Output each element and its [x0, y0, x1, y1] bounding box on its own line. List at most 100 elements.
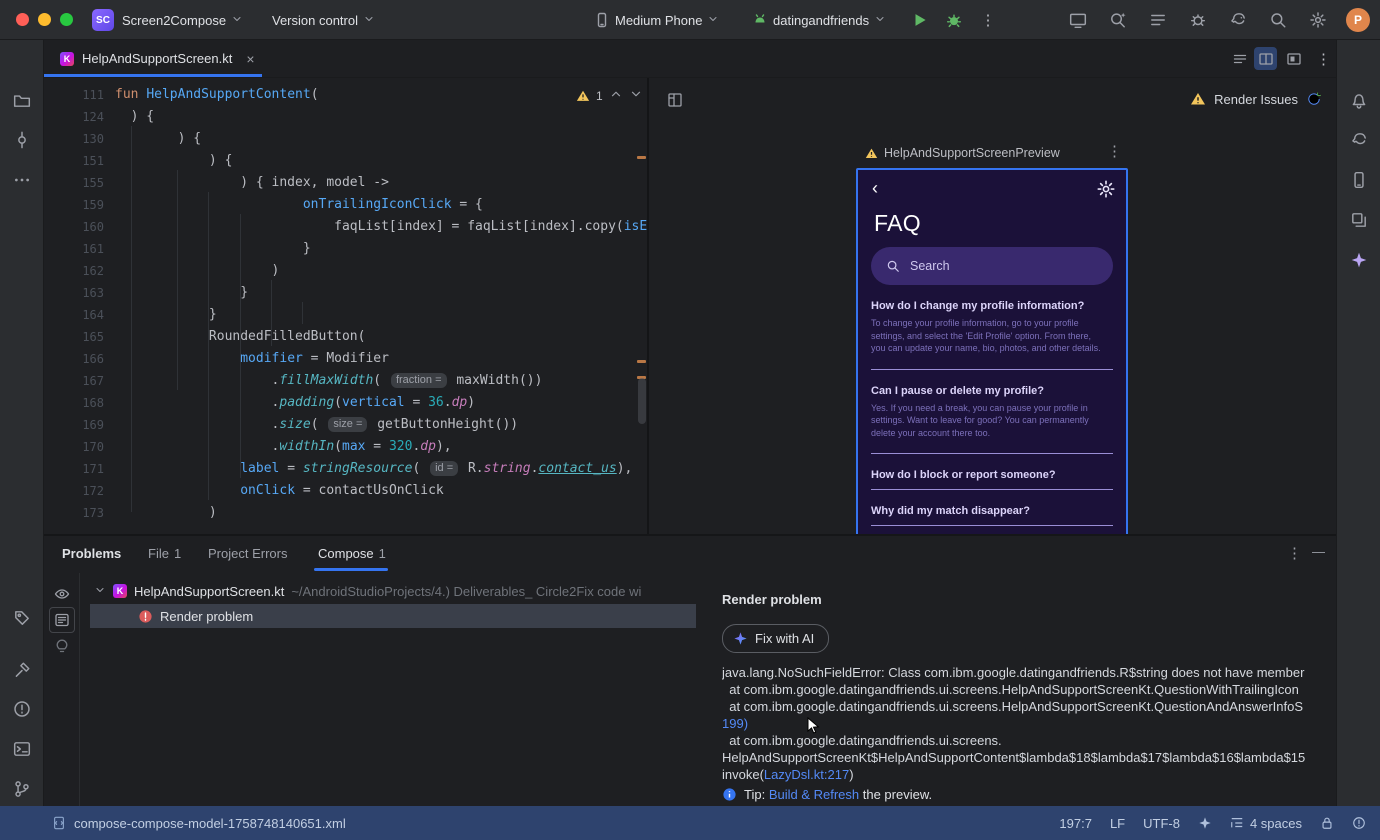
warning-stripe-mark[interactable]	[637, 360, 646, 363]
gradle-icon[interactable]	[1226, 8, 1250, 32]
more-tools-icon[interactable]	[8, 166, 36, 194]
problems-panel-title[interactable]: Problems	[62, 546, 121, 561]
render-problem-row[interactable]: Render problem	[138, 605, 253, 627]
preview-kebab-icon[interactable]: ⋮	[1107, 142, 1122, 160]
preview-layout-icon[interactable]	[663, 88, 687, 112]
code-line[interactable]: 130 ) {	[44, 128, 648, 150]
design-view-icon[interactable]	[1282, 47, 1305, 70]
debug-button[interactable]	[942, 8, 966, 32]
lightbulb-icon[interactable]	[49, 633, 75, 659]
code-line[interactable]: 171 label = stringResource( id = R.strin…	[44, 458, 648, 480]
warning-stripe-mark[interactable]	[637, 156, 646, 159]
code-line[interactable]: 172 onClick = contactUsOnClick	[44, 480, 648, 502]
code-line[interactable]: 162 )	[44, 260, 648, 282]
code-view-icon[interactable]	[1228, 47, 1251, 70]
code-line[interactable]: 151 ) {	[44, 150, 648, 172]
split-view-icon[interactable]	[1254, 47, 1277, 70]
build-icon[interactable]	[8, 656, 36, 684]
inspection-widget[interactable]: 1	[576, 87, 643, 104]
code-line[interactable]: 159 onTrailingIconClick = {	[44, 194, 648, 216]
lock-icon[interactable]	[1320, 816, 1334, 830]
code-line[interactable]: 163 }	[44, 282, 648, 304]
panel-kebab-icon[interactable]: ⋮	[1287, 544, 1302, 562]
code-line[interactable]: 111 fun HelpAndSupportContent(	[44, 84, 648, 106]
chevron-down-icon[interactable]	[94, 584, 106, 599]
run-button[interactable]	[908, 8, 932, 32]
stack-link[interactable]: 199)	[722, 716, 748, 731]
stack-line: java.lang.NoSuchFieldError: Class com.ib…	[722, 665, 1305, 680]
chevron-up-icon[interactable]	[609, 87, 623, 104]
code-line[interactable]: 166 modifier = Modifier	[44, 348, 648, 370]
statusbar-file[interactable]: compose-compose-model-1758748140651.xml	[52, 806, 346, 840]
code-editor[interactable]: 111 fun HelpAndSupportContent(124 ) {130 …	[44, 78, 648, 535]
more-actions-kebab-icon[interactable]: ⋮	[976, 8, 1000, 32]
refresh-icon[interactable]	[1306, 91, 1322, 107]
layout-inspector-icon[interactable]	[1345, 206, 1373, 234]
bookmarks-icon[interactable]	[8, 604, 36, 632]
notifications-icon[interactable]	[1345, 86, 1373, 114]
code-line[interactable]: 161 }	[44, 238, 648, 260]
caret-position[interactable]: 197:7	[1059, 816, 1092, 831]
device-selector[interactable]: Medium Phone	[594, 10, 719, 30]
tab-file[interactable]: File 1	[148, 546, 181, 561]
code-line[interactable]: 155 ) { index, model ->	[44, 172, 648, 194]
app-insights-icon[interactable]	[1186, 8, 1210, 32]
code-line[interactable]: 124 ) {	[44, 106, 648, 128]
faq-item: Can I pause or delete my profile? Yes. If…	[871, 385, 1113, 454]
gemini-icon[interactable]	[1106, 8, 1130, 32]
fix-with-ai-button[interactable]: Fix with AI	[722, 624, 830, 653]
detail-title: Render problem	[722, 592, 822, 607]
project-view-icon[interactable]	[8, 86, 36, 114]
eye-icon[interactable]	[49, 581, 75, 607]
code-line[interactable]: 170 .widthIn(max = 320.dp),	[44, 436, 648, 458]
settings-icon[interactable]	[1306, 8, 1330, 32]
problems-file-row[interactable]: K HelpAndSupportScreen.kt ~/AndroidStudi…	[94, 580, 641, 602]
vcs-menu[interactable]: Version control	[272, 10, 375, 30]
stack-link[interactable]: LazyDsl.kt:217	[764, 767, 849, 782]
terminal-icon[interactable]	[8, 735, 36, 763]
structure-icon[interactable]	[1146, 8, 1170, 32]
version-control-icon[interactable]	[8, 775, 36, 803]
running-devices-icon[interactable]	[1066, 8, 1090, 32]
project-menu[interactable]: Screen2Compose	[122, 10, 243, 30]
ai-assistant-icon[interactable]	[1345, 246, 1373, 274]
close-icon[interactable]: ×	[246, 51, 254, 67]
search-icon[interactable]	[1266, 8, 1290, 32]
warning-count: 1	[596, 88, 603, 103]
commit-icon[interactable]	[8, 126, 36, 154]
run-config-selector[interactable]: datingandfriends	[752, 10, 886, 30]
code-line[interactable]: 173 )	[44, 502, 648, 524]
code-line[interactable]: 160 faqList[index] = faqList[index].copy…	[44, 216, 648, 238]
device-manager-icon[interactable]	[1345, 166, 1373, 194]
file-encoding[interactable]: UTF-8	[1143, 816, 1180, 831]
editor-kebab-icon[interactable]: ⋮	[1312, 47, 1335, 70]
code-line[interactable]: 167 .fillMaxWidth( fraction = maxWidth()…	[44, 370, 648, 392]
line-separator[interactable]: LF	[1110, 816, 1125, 831]
minimize-icon[interactable]: —	[1312, 544, 1325, 559]
editor-scrollbar[interactable]	[638, 378, 646, 424]
build-refresh-link[interactable]: Build & Refresh	[769, 787, 859, 802]
problems-tool-icon[interactable]	[8, 695, 36, 723]
minimize-window-button[interactable]	[38, 13, 51, 26]
ai-status-icon[interactable]	[1198, 816, 1212, 830]
tab-helpandsupportscreen[interactable]: K HelpAndSupportScreen.kt ×	[44, 40, 262, 77]
code-line[interactable]: 164 }	[44, 304, 648, 326]
phone-preview-frame[interactable]: ‹ FAQ Search How do I change my profile …	[856, 168, 1128, 535]
tab-compose[interactable]: Compose 1	[318, 546, 386, 561]
code-text: fun HelpAndSupportContent(	[115, 87, 319, 102]
code-line[interactable]: 169 .size( size = getButtonHeight())	[44, 414, 648, 436]
maximize-window-button[interactable]	[60, 13, 73, 26]
code-line[interactable]: 165 RoundedFilledButton(	[44, 326, 648, 348]
gradle-tool-icon[interactable]	[1345, 126, 1373, 154]
view-options-icon[interactable]	[49, 607, 75, 633]
notifications-status-icon[interactable]	[1352, 816, 1366, 830]
faq-search-field: Search	[871, 247, 1113, 285]
close-window-button[interactable]	[16, 13, 29, 26]
code-line[interactable]: 168 .padding(vertical = 36.dp)	[44, 392, 648, 414]
tab-project-errors[interactable]: Project Errors	[208, 546, 287, 561]
avatar[interactable]: P	[1346, 8, 1370, 32]
render-issues-button[interactable]: Render Issues	[1190, 91, 1322, 107]
preview-card-header[interactable]: HelpAndSupportScreenPreview	[865, 146, 1060, 160]
chevron-down-icon[interactable]	[629, 87, 643, 104]
indent-setting[interactable]: 4 spaces	[1230, 816, 1302, 831]
